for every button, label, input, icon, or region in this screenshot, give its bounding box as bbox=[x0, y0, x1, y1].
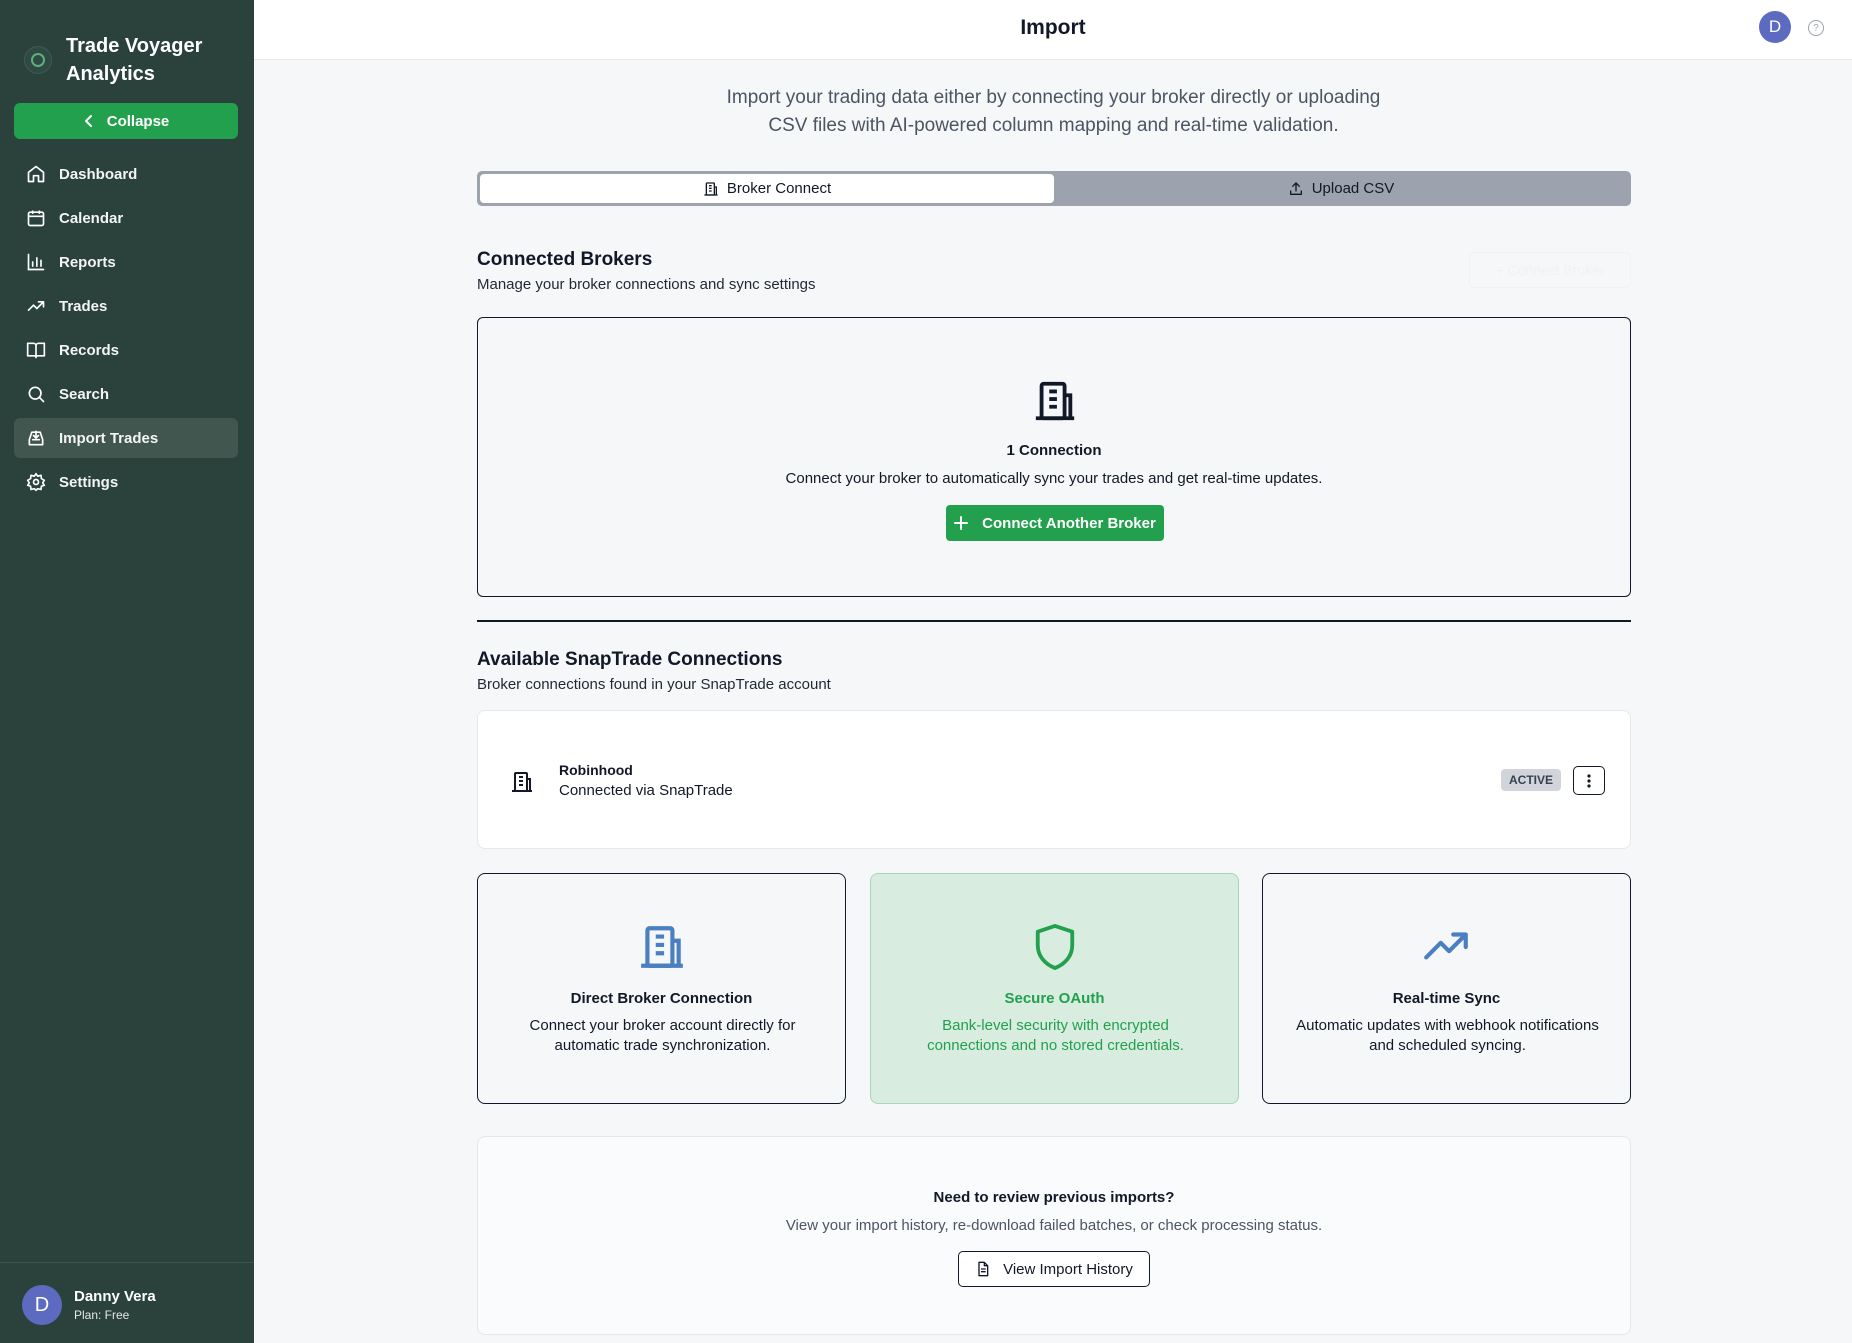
sidebar-item-label: Records bbox=[59, 341, 120, 359]
sidebar-nav: Dashboard Calendar Reports Trades Record… bbox=[14, 154, 238, 506]
user-name: Danny Vera bbox=[74, 1288, 156, 1305]
brand-logo bbox=[24, 46, 52, 74]
building-icon bbox=[640, 926, 683, 968]
building-icon bbox=[704, 181, 718, 196]
import-icon bbox=[28, 430, 44, 446]
feature-description: Bank-level security with encrypted conne… bbox=[927, 1017, 1184, 1054]
more-vertical-icon bbox=[1587, 773, 1591, 788]
tab-label: Upload CSV bbox=[1311, 180, 1395, 197]
sidebar-item-trades[interactable]: Trades bbox=[14, 286, 238, 326]
sidebar-item-label: Dashboard bbox=[59, 165, 138, 183]
sidebar-item-label: Trades bbox=[59, 297, 108, 315]
intro-line-1: Import your trading data either by conne… bbox=[726, 87, 1381, 108]
available-connections-title: Available SnapTrade Connections bbox=[477, 649, 783, 670]
user-plan: Plan: Free bbox=[74, 1308, 130, 1322]
sidebar-item-search[interactable]: Search bbox=[14, 374, 238, 414]
brand-name: Trade Voyager Analytics bbox=[66, 35, 203, 85]
broker-connection-row: Robinhood Connected via SnapTrade ACTIVE bbox=[477, 710, 1631, 849]
home-icon bbox=[27, 165, 45, 183]
section-divider bbox=[477, 620, 1631, 622]
book-icon bbox=[26, 342, 46, 359]
feature-title: Direct Broker Connection bbox=[570, 990, 753, 1007]
sidebar-item-records[interactable]: Records bbox=[14, 330, 238, 370]
view-import-history-button[interactable]: View Import History bbox=[958, 1251, 1150, 1287]
top-header: Import D ? bbox=[254, 0, 1852, 60]
broker-name: Robinhood bbox=[559, 762, 633, 778]
sidebar-item-import-trades[interactable]: Import Trades bbox=[14, 418, 238, 458]
connection-count: 1 Connection bbox=[1006, 442, 1102, 459]
import-tabs: Broker Connect Upload CSV bbox=[477, 171, 1631, 206]
connected-description: Connect your broker to automatically syn… bbox=[785, 470, 1323, 487]
feature-card-realtime-sync: Real-time Sync Automatic updates with we… bbox=[1262, 873, 1631, 1104]
connected-brokers-title: Connected Brokers bbox=[477, 249, 653, 270]
chevron-left-icon bbox=[84, 115, 92, 127]
sidebar-item-dashboard[interactable]: Dashboard bbox=[14, 154, 238, 194]
brand: Trade Voyager Analytics bbox=[0, 0, 254, 96]
tab-broker-connect[interactable]: Broker Connect bbox=[480, 174, 1054, 203]
calendar-icon bbox=[27, 210, 45, 227]
help-icon[interactable]: ? bbox=[1808, 20, 1824, 36]
sidebar-item-label: Search bbox=[59, 385, 110, 403]
connected-brokers-card: 1 Connection Connect your broker to auto… bbox=[477, 317, 1631, 597]
feature-card-direct-broker: Direct Broker Connection Connect your br… bbox=[477, 873, 846, 1104]
tab-upload-csv[interactable]: Upload CSV bbox=[1054, 174, 1628, 203]
broker-connection-source: Connected via SnapTrade bbox=[559, 782, 733, 799]
building-icon bbox=[1035, 381, 1075, 421]
building-icon bbox=[512, 772, 532, 792]
sidebar-item-label: Import Trades bbox=[59, 429, 159, 447]
connect-another-broker-button[interactable]: Connect Another Broker bbox=[946, 505, 1164, 541]
feature-card-secure-oauth: Secure OAuth Bank-level security with en… bbox=[870, 873, 1239, 1104]
avatar: D bbox=[22, 1285, 62, 1325]
intro-text: Import your trading data either by conne… bbox=[477, 84, 1630, 140]
bar-chart-icon bbox=[27, 253, 45, 271]
shield-icon bbox=[1035, 924, 1074, 970]
header-avatar[interactable]: D bbox=[1759, 11, 1791, 43]
feature-description: Connect your broker account directly for… bbox=[529, 1017, 796, 1054]
sidebar: Trade Voyager Analytics Collapse Dashboa… bbox=[0, 0, 254, 1343]
connect-broker-button[interactable]: + Connect Broker bbox=[1469, 252, 1631, 288]
feature-description: Automatic updates with webhook notificat… bbox=[1296, 1017, 1599, 1054]
plus-icon bbox=[954, 516, 969, 530]
sidebar-item-settings[interactable]: Settings bbox=[14, 462, 238, 502]
history-title: Need to review previous imports? bbox=[933, 1189, 1175, 1206]
status-badge: ACTIVE bbox=[1501, 769, 1562, 791]
more-options-button[interactable] bbox=[1573, 766, 1605, 795]
sidebar-item-label: Reports bbox=[59, 253, 116, 271]
gear-icon bbox=[26, 472, 46, 492]
trending-up-icon bbox=[1423, 932, 1468, 960]
sidebar-item-label: Calendar bbox=[59, 209, 124, 227]
document-icon bbox=[978, 1261, 989, 1277]
import-history-card: Need to review previous imports? View yo… bbox=[477, 1136, 1631, 1335]
sidebar-divider bbox=[0, 1262, 254, 1263]
sidebar-item-reports[interactable]: Reports bbox=[14, 242, 238, 282]
history-description: View your import history, re-download fa… bbox=[785, 1217, 1323, 1234]
search-icon bbox=[28, 386, 45, 403]
intro-line-2: CSV files with AI-powered column mapping… bbox=[768, 115, 1339, 136]
sidebar-item-label: Settings bbox=[59, 473, 119, 491]
page-title: Import bbox=[1020, 16, 1086, 39]
sidebar-item-calendar[interactable]: Calendar bbox=[14, 198, 238, 238]
trending-up-icon bbox=[27, 301, 45, 311]
available-connections-subtitle: Broker connections found in your SnapTra… bbox=[477, 676, 831, 693]
tab-label: Broker Connect bbox=[726, 180, 832, 197]
view-import-history-label: View Import History bbox=[1003, 1260, 1133, 1278]
connect-another-broker-label: Connect Another Broker bbox=[982, 514, 1156, 532]
collapse-button[interactable]: Collapse bbox=[14, 103, 238, 139]
upload-icon bbox=[1289, 181, 1302, 195]
connected-brokers-subtitle: Manage your broker connections and sync … bbox=[477, 276, 816, 293]
feature-title: Secure OAuth bbox=[1004, 990, 1105, 1007]
feature-title: Real-time Sync bbox=[1392, 990, 1501, 1007]
collapse-label: Collapse bbox=[106, 112, 170, 130]
user-profile[interactable]: D Danny Vera Plan: Free bbox=[22, 1285, 156, 1325]
